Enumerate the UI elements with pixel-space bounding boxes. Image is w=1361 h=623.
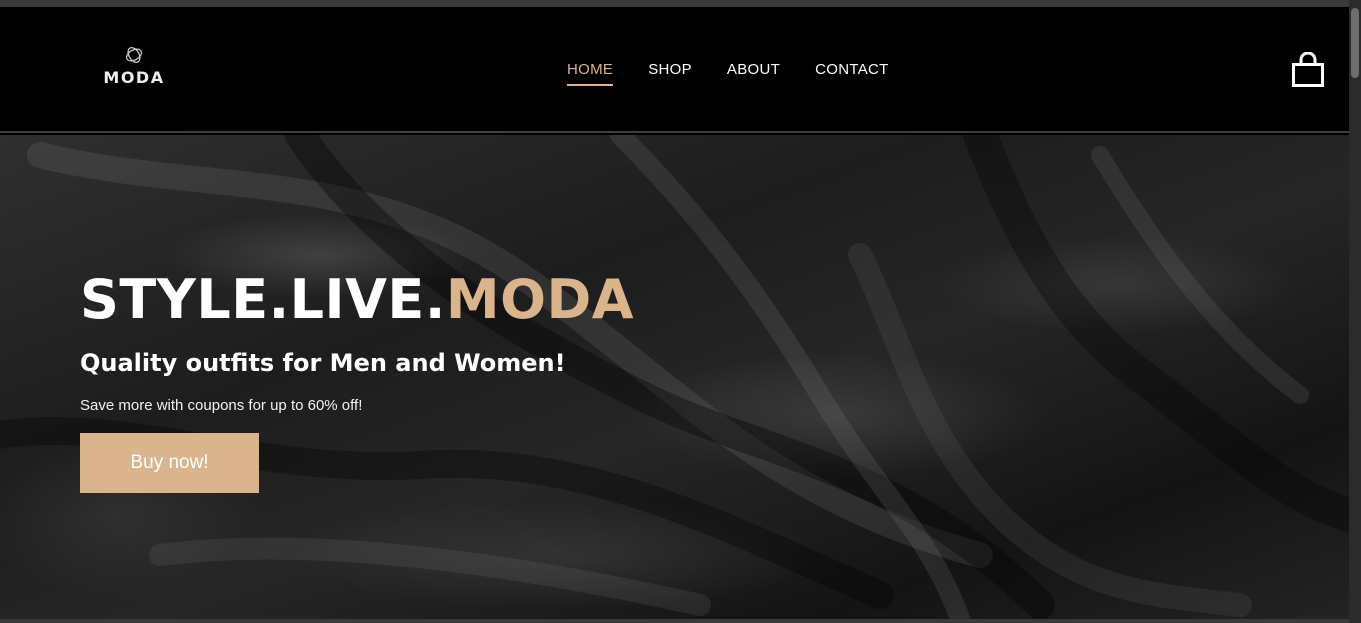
shopping-bag-icon[interactable] <box>1291 52 1325 88</box>
hero-title-accent: MODA <box>445 268 635 331</box>
logo[interactable]: MODA <box>103 44 165 94</box>
nav-item-contact[interactable]: CONTACT <box>815 61 888 84</box>
scrollbar-thumb[interactable] <box>1351 8 1359 78</box>
hero-section: STYLE.LIVE.MODA Quality outfits for Men … <box>0 135 1349 619</box>
nav-item-about[interactable]: ABOUT <box>727 61 780 84</box>
nav-item-shop[interactable]: SHOP <box>648 61 692 84</box>
logo-text: MODA <box>103 68 165 87</box>
nav-item-home[interactable]: HOME <box>567 61 614 86</box>
buy-now-button[interactable]: Buy now! <box>80 433 259 493</box>
page-scrollbar[interactable] <box>1349 0 1361 623</box>
hero-promo-text: Save more with coupons for up to 60% off… <box>80 397 363 414</box>
main-nav: HOME SHOP ABOUT CONTACT <box>567 61 889 86</box>
browser-viewport: MODA HOME SHOP ABOUT CONTACT STYLE.LIVE.… <box>0 7 1349 619</box>
hero-title: STYLE.LIVE.MODA <box>80 268 634 331</box>
hero-subtitle: Quality outfits for Men and Women! <box>80 349 566 377</box>
logo-mark-icon <box>126 47 142 63</box>
hero-title-main: STYLE.LIVE. <box>80 268 446 331</box>
site-header: MODA HOME SHOP ABOUT CONTACT <box>0 7 1349 133</box>
fabric-background <box>0 135 1349 619</box>
